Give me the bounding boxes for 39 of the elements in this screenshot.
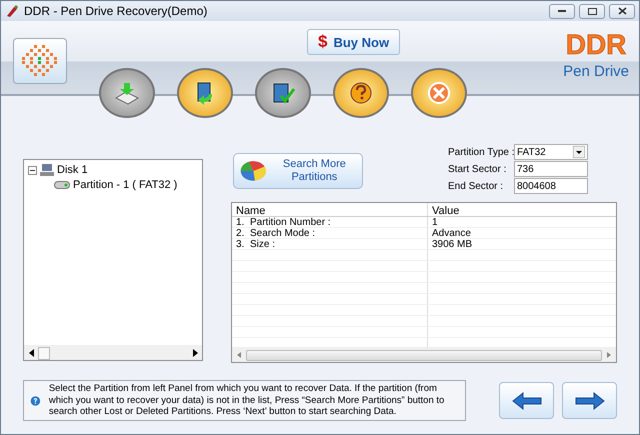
brand-subtitle: Pen Drive (563, 64, 629, 79)
table-cell-text: 3906 MB (431, 239, 474, 249)
column-header: Value (431, 204, 460, 216)
field-label: End Sector : (448, 180, 504, 194)
close-button[interactable] (609, 4, 635, 18)
minimize-icon (558, 10, 566, 12)
search-more-partitions-button[interactable]: Search More Partitions (233, 153, 363, 189)
partition-type-dropdown[interactable]: FAT32 (514, 144, 588, 160)
text-field[interactable]: 736 (514, 161, 588, 177)
table-cell-text: 1 (431, 217, 439, 227)
scroll-thumb[interactable] (38, 346, 50, 360)
next-button[interactable] (562, 382, 617, 419)
field-label: Start Sector : (448, 162, 508, 176)
table-cell: 1. Partition Number : (232, 217, 428, 227)
computer-icon (40, 164, 54, 176)
help-text: Select the Partition from left Panel from which you want to recover Data. If the partition (from which you want to recover your data) is not in the list, Press “Search More Partitions” button to search other Lost or Deleted Partitions. Press ‘Next’ button to start searching Data. (48, 383, 446, 418)
column-header: Name (232, 203, 428, 216)
maximize-icon (588, 8, 596, 14)
tree-item[interactable]: Disk 1 (57, 162, 88, 179)
minimize-button[interactable] (549, 4, 575, 18)
text-field[interactable]: 8004608 (514, 178, 588, 194)
tree-item[interactable]: Partition - 1 ( FAT32 ) (73, 177, 178, 194)
scroll-left-icon[interactable] (28, 349, 34, 357)
app-icon (5, 4, 19, 18)
window-title: DDR - Pen Drive Recovery(Demo) (24, 3, 208, 20)
logo-icon (13, 38, 67, 84)
dropdown-arrow-icon (573, 146, 585, 158)
horizontal-scrollbar[interactable] (24, 345, 202, 360)
scroll-right-icon[interactable] (192, 349, 198, 357)
field-label: Partition Type : (448, 146, 514, 160)
table-cell-text: Advance (431, 228, 472, 238)
brand-name: DDR (564, 29, 628, 61)
back-button[interactable] (499, 382, 554, 419)
close-icon (618, 7, 626, 15)
buy-now-button[interactable]: $ Buy Now (307, 29, 400, 55)
table-cell: 3. Size : (232, 239, 428, 249)
maximize-button[interactable] (579, 4, 605, 18)
drive-icon (54, 181, 70, 190)
table-cell: 2. Search Mode : (232, 228, 428, 238)
